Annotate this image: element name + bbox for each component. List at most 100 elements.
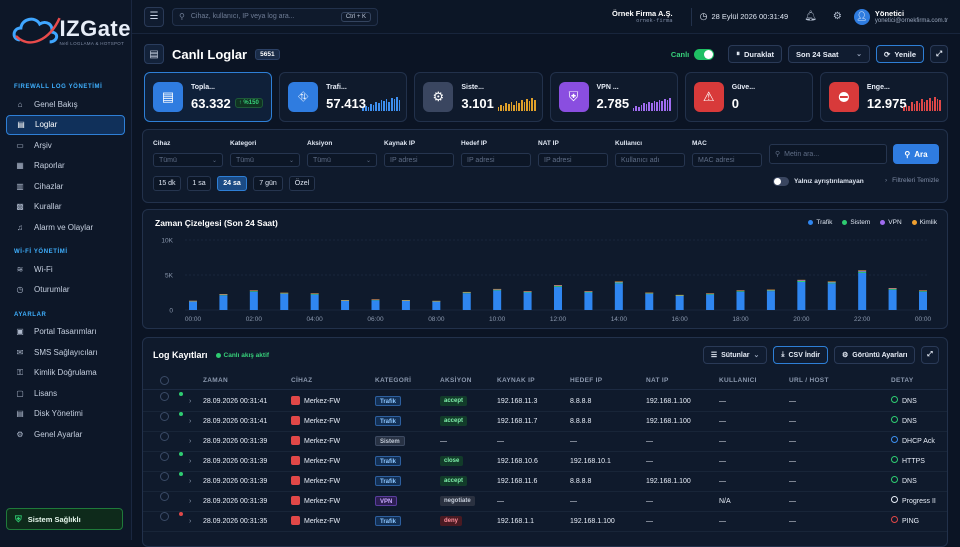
live-toggle[interactable] bbox=[694, 48, 715, 60]
filter-select-aksiyon[interactable]: Tümü ⌄ bbox=[307, 153, 377, 167]
sidebar-item-genel-bakış[interactable]: ⌂ Genel Bakış bbox=[6, 94, 125, 114]
filter-input-kullanıcı[interactable]: Kullanıcı adı bbox=[615, 153, 685, 167]
column-header[interactable]: KATEGORİ bbox=[375, 372, 411, 390]
legend-item[interactable]: Kimlik bbox=[911, 219, 937, 226]
sidebar-item-wi-fi[interactable]: ≋ Wi-Fi bbox=[6, 259, 125, 279]
chevron-right-icon[interactable]: › bbox=[189, 492, 191, 512]
table-row[interactable]: › 28.09.2026 00:31:41 Merkez-FW Trafik accep… bbox=[143, 412, 947, 432]
unparsed-toggle[interactable]: Yalnız ayrıştırılamayan bbox=[773, 177, 864, 186]
system-health-button[interactable]: ⛨ Sistem Sağlıklı bbox=[6, 508, 123, 530]
legend-item[interactable]: VPN bbox=[880, 219, 902, 226]
live-stream-status: Canlı akış aktif bbox=[216, 352, 270, 359]
column-header[interactable]: KULLANICI bbox=[719, 372, 757, 390]
filter-select-cihaz[interactable]: Tümü ⌄ bbox=[153, 153, 223, 167]
filter-select-kategori[interactable]: Tümü ⌄ bbox=[230, 153, 300, 167]
quick-range-button[interactable]: 7 gün bbox=[253, 176, 283, 191]
column-header[interactable]: KAYNAK IP bbox=[497, 372, 535, 390]
table-row[interactable]: › 28.09.2026 00:31:39 Merkez-FW Trafik close… bbox=[143, 452, 947, 472]
expand-table-button[interactable]: ⤢ bbox=[921, 346, 939, 364]
brand-logo[interactable]: IZGate Netl LOGLAMA & HOTSPOT bbox=[0, 0, 131, 64]
column-header[interactable]: HEDEF IP bbox=[570, 372, 602, 390]
chevron-right-icon[interactable]: › bbox=[189, 432, 191, 452]
user-menu[interactable]: 👤︎ Yönetici yonetici@ornekfirma.com.tr bbox=[853, 8, 948, 25]
clear-filters-link[interactable]: › Filtreleri Temizle bbox=[885, 177, 939, 184]
chart-legend: Trafik Sistem VPN Kimlik bbox=[808, 219, 937, 226]
sidebar-item-oturumlar[interactable]: ◷ Oturumlar bbox=[6, 280, 125, 300]
sidebar-item-cihazlar[interactable]: ▥ Cihazlar bbox=[6, 176, 125, 196]
sidebar-item-sms-sağlayıcıları[interactable]: ✉ SMS Sağlayıcıları bbox=[6, 342, 125, 362]
column-header[interactable]: ZAMAN bbox=[203, 372, 228, 390]
firewall-icon bbox=[291, 475, 300, 485]
bar-trafik bbox=[766, 291, 775, 310]
settings-gear-icon[interactable]: ⚙ bbox=[833, 11, 842, 22]
column-header[interactable]: AKSİYON bbox=[440, 372, 472, 390]
filter-input-mac[interactable]: MAC adresi bbox=[692, 153, 762, 167]
sidebar-item-alarm-ve-olaylar[interactable]: ♫ Alarm ve Olaylar bbox=[6, 217, 125, 237]
sidebar-item-loglar[interactable]: ▤ Loglar bbox=[6, 114, 125, 135]
column-header[interactable]: NAT IP bbox=[646, 372, 669, 390]
column-header[interactable]: DETAY bbox=[891, 372, 913, 390]
sparkline-bar bbox=[923, 102, 926, 111]
csv-download-button[interactable]: ⤓ CSV İndir bbox=[773, 346, 828, 364]
stat-card[interactable]: ⚠ Güve... 0 bbox=[684, 72, 813, 122]
table-row[interactable]: › 28.09.2026 00:31:35 Merkez-FW Trafik deny 1… bbox=[143, 512, 947, 532]
row-checkbox[interactable] bbox=[160, 432, 169, 441]
chevron-right-icon[interactable]: › bbox=[189, 512, 191, 532]
stat-card[interactable]: ⚙ Siste... 3.101 bbox=[414, 72, 543, 122]
columns-button[interactable]: ☰ Sütunlar ⌄ bbox=[702, 346, 768, 364]
table-row[interactable]: › 28.09.2026 00:31:41 Merkez-FW Trafik accep… bbox=[143, 392, 947, 412]
row-checkbox[interactable] bbox=[160, 452, 169, 461]
legend-item[interactable]: Sistem bbox=[842, 219, 870, 226]
stat-card[interactable]: ⛗ Trafi... 57.413 bbox=[279, 72, 408, 122]
column-header[interactable]: CİHAZ bbox=[291, 372, 312, 390]
stat-card[interactable]: ▤ Topla... 63.332 ↑ %150 bbox=[144, 72, 273, 122]
filter-input-kaynak-ip[interactable]: IP adresi bbox=[384, 153, 454, 167]
sidebar-item-lisans[interactable]: ▢ Lisans bbox=[6, 383, 125, 403]
time-range-select[interactable]: Son 24 Saat ⌄ bbox=[788, 45, 871, 63]
chevron-right-icon[interactable]: › bbox=[189, 452, 191, 472]
row-checkbox[interactable] bbox=[160, 492, 169, 501]
quick-range-button[interactable]: Özel bbox=[289, 176, 315, 191]
view-settings-button[interactable]: ⚙ Görüntü Ayarları bbox=[834, 346, 916, 364]
global-search-input[interactable]: ⚲ Cihaz, kullanıcı, IP veya log ara... C… bbox=[172, 7, 378, 26]
stat-card[interactable]: ⛔︎ Enge... 12.975 bbox=[819, 72, 949, 122]
bar-sistem bbox=[523, 291, 532, 293]
menu-toggle-button[interactable]: ☰ bbox=[144, 6, 164, 27]
legend-item[interactable]: Trafik bbox=[808, 219, 832, 226]
table-row[interactable]: › 28.09.2026 00:31:39 Merkez-FW Sistem — — — — —… bbox=[143, 432, 947, 452]
pause-button[interactable]: ⏸︎ Duraklat bbox=[728, 45, 783, 63]
refresh-button[interactable]: ⟳ Yenile bbox=[876, 45, 924, 63]
row-checkbox[interactable] bbox=[160, 512, 169, 521]
filter-input-nat-ip[interactable]: IP adresi bbox=[538, 153, 608, 167]
sidebar-item-kurallar[interactable]: ▩ Kurallar bbox=[6, 197, 125, 217]
row-checkbox[interactable] bbox=[160, 472, 169, 481]
detail-text: DNS bbox=[902, 398, 917, 405]
filter-input-hedef-ip[interactable]: IP adresi bbox=[461, 153, 531, 167]
quick-range-button[interactable]: 1 sa bbox=[187, 176, 211, 191]
sidebar-item-raporlar[interactable]: ▦ Raporlar bbox=[6, 156, 125, 176]
quick-range-button[interactable]: 15 dk bbox=[153, 176, 181, 191]
sidebar-item-genel-ayarlar[interactable]: ⚙ Genel Ayarlar bbox=[6, 424, 125, 444]
table-row[interactable]: › 28.09.2026 00:31:39 Merkez-FW VPN negotiat… bbox=[143, 492, 947, 512]
select-all-checkbox[interactable] bbox=[160, 376, 169, 385]
text-search-input[interactable]: ⚲ Metin ara... bbox=[769, 144, 887, 164]
notification-bell-icon[interactable]: 🔔︎ bbox=[804, 11, 817, 22]
company-switcher[interactable]: Örnek Firma A.Ş. ornek-firma bbox=[612, 9, 673, 24]
chevron-right-icon[interactable]: › bbox=[189, 392, 191, 412]
chevron-right-icon[interactable]: › bbox=[189, 472, 191, 492]
sidebar-item-disk-yönetimi[interactable]: ▤ Disk Yönetimi bbox=[6, 404, 125, 424]
row-checkbox[interactable] bbox=[160, 392, 169, 401]
sparkline bbox=[632, 97, 671, 111]
quick-range-button[interactable]: 24 sa bbox=[217, 176, 247, 191]
sidebar-item-kimlik-doğrulama[interactable]: ⚿ Kimlik Doğrulama bbox=[6, 363, 125, 383]
search-button[interactable]: ⚲ Ara bbox=[893, 144, 939, 164]
stat-card[interactable]: ⛨ VPN ... 2.785 bbox=[549, 72, 678, 122]
chevron-right-icon[interactable]: › bbox=[189, 412, 191, 432]
column-header[interactable]: URL / HOST bbox=[789, 372, 829, 390]
row-checkbox[interactable] bbox=[160, 412, 169, 421]
fullscreen-button[interactable]: ⤢ bbox=[930, 45, 948, 63]
legend-label: Kimlik bbox=[919, 219, 937, 226]
sidebar-item-arşiv[interactable]: ▭ Arşiv bbox=[6, 135, 125, 155]
sidebar-item-portal-tasarımları[interactable]: ▣ Portal Tasarımları bbox=[6, 322, 125, 342]
table-row[interactable]: › 28.09.2026 00:31:39 Merkez-FW Trafik accep… bbox=[143, 472, 947, 492]
